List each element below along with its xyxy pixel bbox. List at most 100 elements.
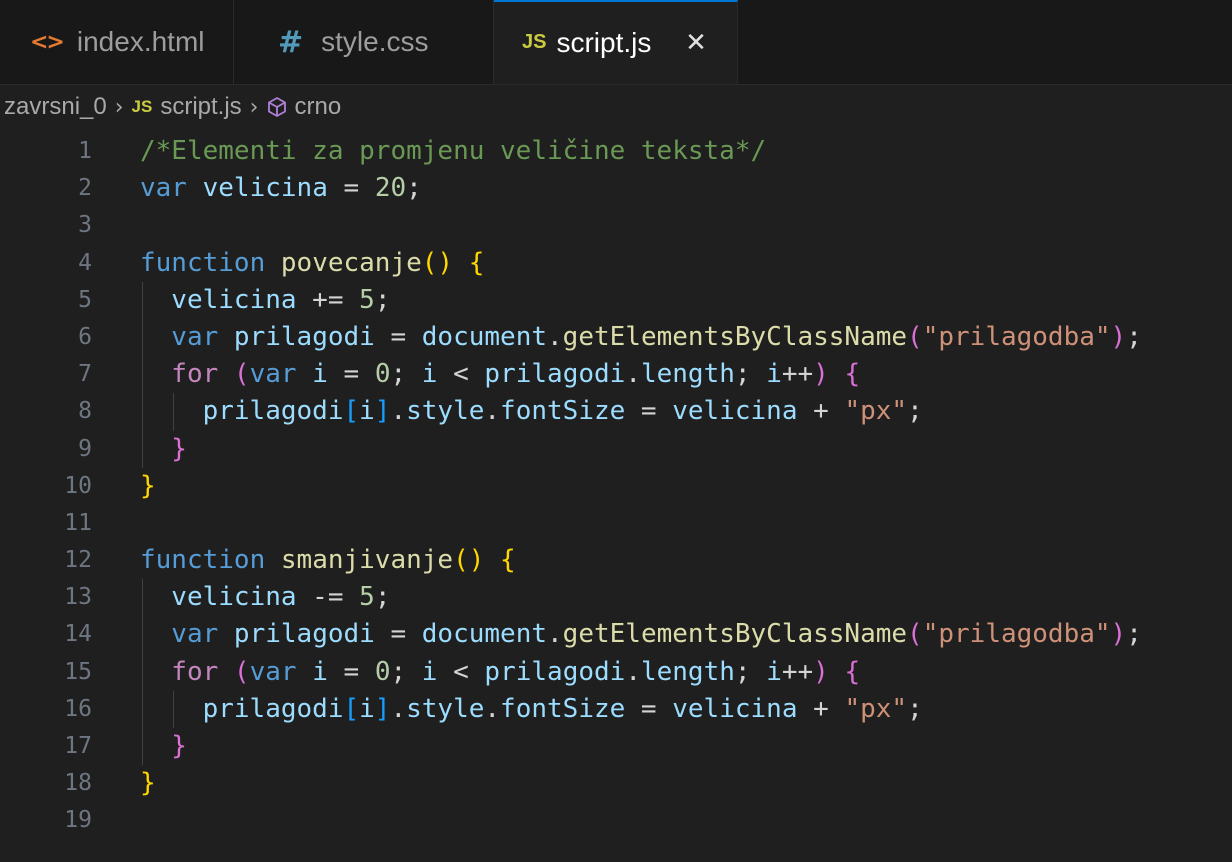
indent-guide [142, 430, 143, 468]
code-line[interactable]: 19 [0, 802, 1232, 839]
code-token: { [844, 359, 861, 390]
code-line[interactable]: 6 var prilagodi = document.getElementsByC… [0, 318, 1232, 357]
code-line[interactable]: 7 for (var i = 0; i < prilagodi.length; i… [0, 356, 1232, 394]
code-text: for (var i = 0; i < prilagodi.length; i+… [171, 356, 860, 393]
code-token: ; [734, 656, 767, 687]
code-token: document [421, 321, 548, 352]
code-token: i [312, 656, 328, 687]
code-token: for [171, 359, 234, 390]
code-token: prilagodi [202, 396, 344, 427]
code-token: ++ [781, 656, 814, 687]
indent-guide [142, 579, 143, 617]
code-token: < [437, 656, 485, 687]
code-line[interactable]: 13 velicina -= 5; [0, 579, 1232, 617]
code-text: var prilagodi = document.getElementsByCl… [171, 319, 1142, 356]
code-token: i [312, 359, 328, 390]
code-text: function povecanje() { [140, 245, 484, 282]
code-token: 5 [359, 582, 375, 613]
code-line[interactable]: 3 [0, 207, 1232, 244]
code-token: { [844, 656, 861, 687]
code-line[interactable]: 9} [0, 430, 1232, 468]
code-token: i [421, 656, 438, 687]
code-token: } [140, 470, 156, 501]
code-text: /*Elementi za promjenu veličine teksta*/ [140, 133, 766, 170]
code-line[interactable]: 8 prilagodi[i].style.fontSize = velicina … [0, 393, 1232, 431]
code-token: ; [734, 359, 767, 390]
line-number: 10 [64, 472, 92, 499]
indent-guide [142, 653, 143, 691]
tab-style-css[interactable]: # style.css [234, 0, 494, 84]
code-token: ; [374, 284, 391, 315]
code-token: () [453, 545, 485, 576]
code-line[interactable]: 4 function povecanje() { [0, 245, 1232, 282]
code-token: [ [343, 693, 360, 724]
code-token: function [140, 247, 281, 278]
code-token: . [390, 396, 407, 427]
code-token: "px" [844, 693, 908, 724]
code-token: ] [374, 396, 391, 427]
code-line[interactable]: 16 prilagodi[i].style.fontSize = velicina… [0, 690, 1232, 728]
code-editor[interactable]: 1 /*Elementi za promjenu veličine teksta*… [0, 133, 1232, 862]
line-number: 15 [64, 658, 92, 685]
html-file-icon: <> [30, 29, 65, 55]
code-token: = [327, 359, 375, 390]
code-text: prilagodi[i].style.fontSize = velicina +… [203, 393, 923, 430]
line-number: 19 [64, 807, 92, 834]
code-token: fontSize [500, 396, 626, 427]
code-line[interactable]: 11 [0, 505, 1232, 542]
code-token: velicina [171, 284, 297, 315]
code-line[interactable]: 17} [0, 728, 1232, 766]
close-icon[interactable]: ✕ [679, 26, 713, 60]
code-token: ; [390, 359, 422, 390]
code-token: { [500, 545, 516, 576]
tab-label: script.js [556, 26, 652, 58]
code-token: document [421, 619, 548, 650]
tab-index-html[interactable]: <> index.html [0, 0, 234, 84]
line-number: 14 [64, 621, 92, 648]
code-token: = [327, 173, 375, 204]
code-token: ) [813, 359, 829, 390]
code-line[interactable]: 12 function smanjivanje() { [0, 542, 1232, 579]
code-token: velicina [672, 693, 798, 724]
code-token: i [359, 693, 375, 724]
cube-icon [266, 96, 288, 118]
code-line[interactable]: 10} [0, 468, 1232, 505]
code-line[interactable]: 18} [0, 765, 1232, 802]
code-token: 0 [374, 656, 391, 687]
js-file-icon: JS [131, 97, 153, 116]
tab-script-js[interactable]: JS script.js ✕ [494, 0, 738, 84]
code-line[interactable]: 14 var prilagodi = document.getElementsBy… [0, 616, 1232, 654]
code-text: var prilagodi = document.getElementsByCl… [171, 616, 1142, 653]
code-token: ( [907, 321, 923, 352]
breadcrumb-file[interactable]: script.js [160, 93, 241, 121]
indent-guide [142, 728, 143, 766]
indent-guide [142, 393, 143, 431]
code-token: . [547, 321, 563, 352]
breadcrumb-symbol[interactable]: crno [294, 93, 341, 121]
line-number: 17 [64, 733, 92, 759]
code-line[interactable]: 5 velicina += 5; [0, 281, 1232, 319]
breadcrumb-folder[interactable]: zavrsni_0 [4, 93, 107, 121]
code-token: var [140, 173, 203, 204]
code-token: } [171, 433, 187, 464]
code-token: "px" [844, 396, 908, 427]
code-line[interactable]: 2 var velicina = 20; [0, 170, 1232, 207]
code-token: . [625, 656, 641, 687]
code-token: = [327, 656, 375, 687]
line-number: 8 [78, 398, 92, 425]
code-text: } [171, 431, 187, 468]
code-token: ) [813, 656, 829, 687]
tab-bar-empty-space [738, 0, 1232, 84]
code-line[interactable]: 1 /*Elementi za promjenu veličine teksta*… [0, 133, 1232, 170]
line-number: 9 [78, 435, 92, 462]
code-token: for [171, 656, 234, 687]
code-line[interactable]: 15 for (var i = 0; i < prilagodi.length; … [0, 653, 1232, 691]
code-token: . [547, 619, 563, 650]
code-token: style [406, 396, 485, 427]
code-token: povecanje [280, 247, 422, 278]
indent-guide [173, 690, 175, 728]
code-token: prilagodi [233, 321, 375, 352]
line-number: 11 [64, 509, 92, 536]
code-token: velicina [672, 396, 798, 427]
